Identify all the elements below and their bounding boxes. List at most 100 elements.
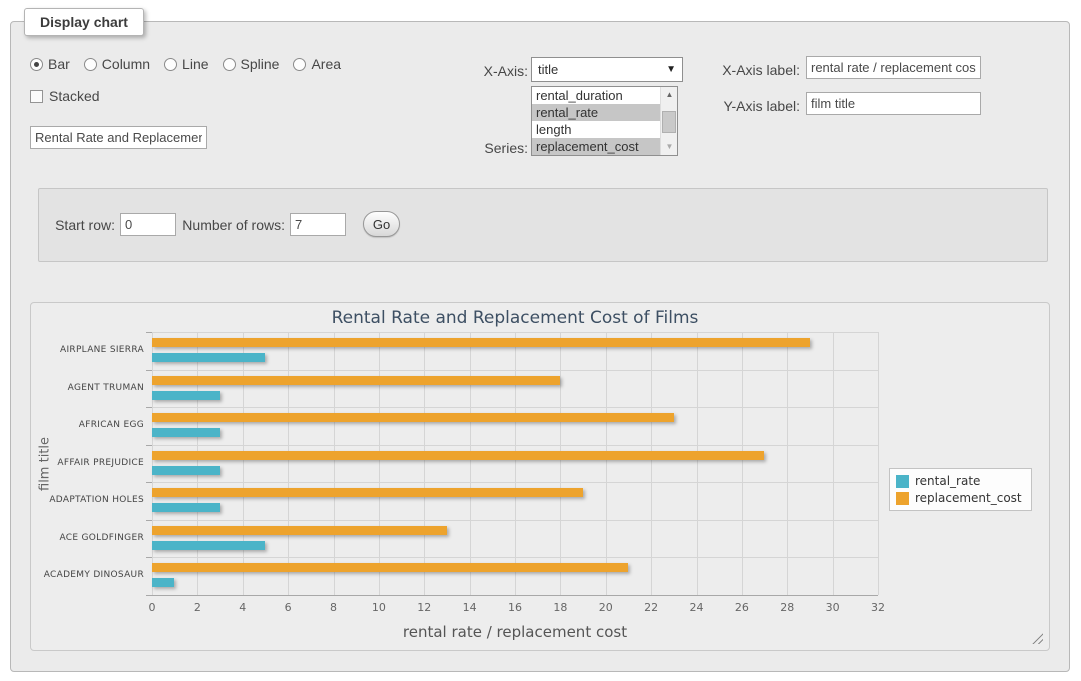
y-axis-tick — [146, 557, 152, 558]
radio-label-area: Area — [311, 56, 341, 72]
x-tick-label: 30 — [818, 601, 848, 614]
radio-icon-bar[interactable] — [30, 58, 43, 71]
x-tick-label: 32 — [863, 601, 893, 614]
y-axis-label-label: Y-Axis label: — [700, 98, 800, 114]
radio-option-bar[interactable]: Bar — [30, 56, 70, 72]
x-tick-label: 4 — [228, 601, 258, 614]
gridline-vertical — [833, 332, 834, 595]
bar-replacement-cost-airplane-sierra[interactable] — [152, 338, 810, 347]
x-axis-selected-value: title — [538, 62, 558, 77]
gridline-vertical — [878, 332, 879, 595]
radio-icon-area[interactable] — [293, 58, 306, 71]
series-select-label: Series: — [430, 140, 528, 156]
bar-rental-rate-airplane-sierra[interactable] — [152, 353, 265, 362]
legend-item-rental-rate[interactable]: rental_rate — [896, 474, 1022, 488]
y-axis-tick — [146, 520, 152, 521]
legend-item-replacement-cost[interactable]: replacement_cost — [896, 491, 1022, 505]
bar-rental-rate-african-egg[interactable] — [152, 428, 220, 437]
x-tick-label: 22 — [636, 601, 666, 614]
gridline-vertical — [288, 332, 289, 595]
y-axis-label-input[interactable] — [806, 92, 981, 115]
bar-replacement-cost-african-egg[interactable] — [152, 413, 674, 422]
category-label: ADAPTATION HOLES — [24, 495, 144, 505]
legend-swatch-rental-rate — [896, 475, 909, 488]
bar-replacement-cost-adaptation-holes[interactable] — [152, 488, 583, 497]
y-axis-tick — [146, 332, 152, 333]
series-scrollbar[interactable]: ▲ ▼ — [660, 87, 677, 155]
bar-replacement-cost-ace-goldfinger[interactable] — [152, 526, 447, 535]
stacked-checkbox[interactable] — [30, 90, 43, 103]
plot-area: AIRPLANE SIERRAAGENT TRUMANAFRICAN EGGAF… — [152, 332, 878, 595]
y-axis-tick — [146, 595, 152, 596]
gridline-vertical — [651, 332, 652, 595]
gridline-horizontal — [152, 370, 878, 371]
scroll-down-icon[interactable]: ▼ — [661, 139, 678, 155]
radio-icon-line[interactable] — [164, 58, 177, 71]
x-tick-label: 14 — [455, 601, 485, 614]
number-of-rows-label: Number of rows: — [180, 217, 285, 233]
x-tick-label: 18 — [545, 601, 575, 614]
scroll-up-icon[interactable]: ▲ — [661, 87, 678, 103]
series-option-rental-duration[interactable]: rental_duration — [532, 87, 677, 104]
gridline-vertical — [742, 332, 743, 595]
radio-icon-spline[interactable] — [223, 58, 236, 71]
go-button[interactable]: Go — [363, 211, 400, 237]
x-axis-label-input[interactable] — [806, 56, 981, 79]
gridline-vertical — [470, 332, 471, 595]
legend-label-replacement-cost: replacement_cost — [915, 491, 1022, 505]
category-label: ACE GOLDFINGER — [24, 533, 144, 543]
gridline-horizontal — [152, 557, 878, 558]
chart-legend: rental_rate replacement_cost — [889, 468, 1032, 511]
gridline-horizontal — [152, 520, 878, 521]
x-axis-select[interactable]: title ▼ — [531, 57, 683, 82]
bar-replacement-cost-affair-prejudice[interactable] — [152, 451, 764, 460]
radio-label-bar: Bar — [48, 56, 70, 72]
chart-title-input[interactable] — [30, 126, 207, 149]
gridline-vertical — [334, 332, 335, 595]
chart-title: Rental Rate and Replacement Cost of Film… — [152, 308, 878, 328]
resize-grip-icon[interactable] — [1032, 633, 1043, 644]
radio-option-line[interactable]: Line — [164, 56, 208, 72]
bar-rental-rate-academy-dinosaur[interactable] — [152, 578, 174, 587]
gridline-vertical — [560, 332, 561, 595]
radio-option-spline[interactable]: Spline — [223, 56, 280, 72]
x-tick-label: 6 — [273, 601, 303, 614]
bar-replacement-cost-academy-dinosaur[interactable] — [152, 563, 628, 572]
radio-option-area[interactable]: Area — [293, 56, 341, 72]
x-axis-label-label: X-Axis label: — [700, 62, 800, 78]
bar-rental-rate-ace-goldfinger[interactable] — [152, 541, 265, 550]
legend-label-rental-rate: rental_rate — [915, 474, 980, 488]
gridline-horizontal — [152, 482, 878, 483]
x-tick-label: 28 — [772, 601, 802, 614]
gridline-vertical — [787, 332, 788, 595]
bar-rental-rate-adaptation-holes[interactable] — [152, 503, 220, 512]
legend-swatch-replacement-cost — [896, 492, 909, 505]
start-row-input[interactable] — [120, 213, 176, 236]
gridline-vertical — [243, 332, 244, 595]
y-axis-tick — [146, 482, 152, 483]
radio-icon-column[interactable] — [84, 58, 97, 71]
radio-label-spline: Spline — [241, 56, 280, 72]
bar-replacement-cost-agent-truman[interactable] — [152, 376, 560, 385]
bar-rental-rate-agent-truman[interactable] — [152, 391, 220, 400]
x-tick-label: 10 — [364, 601, 394, 614]
x-tick-label: 26 — [727, 601, 757, 614]
x-tick-label: 8 — [319, 601, 349, 614]
dropdown-arrow-icon: ▼ — [666, 64, 676, 75]
gridline-vertical — [697, 332, 698, 595]
bar-rental-rate-affair-prejudice[interactable] — [152, 466, 220, 475]
series-option-rental-rate[interactable]: rental_rate — [532, 104, 677, 121]
y-axis-tick — [146, 407, 152, 408]
number-of-rows-input[interactable] — [290, 213, 346, 236]
series-multiselect[interactable]: rental_durationrental_ratelengthreplacem… — [531, 86, 678, 156]
x-tick-label: 12 — [409, 601, 439, 614]
y-axis-tick — [146, 445, 152, 446]
gridline-horizontal — [152, 332, 878, 333]
series-option-replacement-cost[interactable]: replacement_cost — [532, 138, 677, 155]
scrollbar-thumb[interactable] — [662, 111, 676, 133]
series-option-length[interactable]: length — [532, 121, 677, 138]
stacked-label: Stacked — [49, 88, 100, 104]
radio-option-column[interactable]: Column — [84, 56, 150, 72]
gridline-horizontal — [152, 407, 878, 408]
screen: Display chart BarColumnLineSplineArea St… — [0, 0, 1081, 681]
